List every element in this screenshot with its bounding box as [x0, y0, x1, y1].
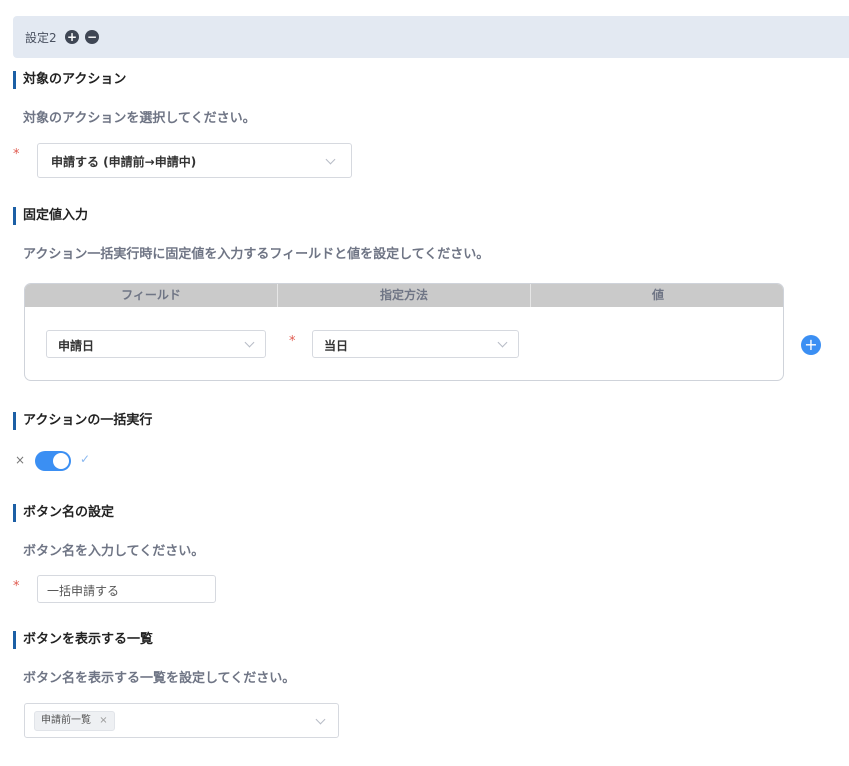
bulk-execute-title: アクションの一括実行: [13, 412, 152, 430]
field-select[interactable]: 申請日: [46, 330, 266, 358]
add-row-button[interactable]: +: [801, 335, 821, 355]
tag-remove-icon[interactable]: ×: [99, 715, 107, 726]
chevron-down-icon: [325, 154, 336, 165]
required-mark: *: [13, 147, 20, 162]
check-icon: ✓: [80, 452, 91, 466]
fixed-value-title: 固定値入力: [13, 207, 88, 225]
field-selected: 申請日: [58, 339, 95, 353]
required-mark: *: [13, 579, 20, 594]
chevron-down-icon: [497, 337, 508, 348]
button-name-input[interactable]: 一括申請する: [37, 575, 216, 603]
button-name-title: ボタン名の設定: [13, 504, 114, 522]
target-action-description: 対象のアクションを選択してください。: [23, 111, 256, 126]
target-action-selected: 申請する (申請前→申請中): [51, 155, 197, 169]
chevron-down-icon: [315, 714, 326, 725]
button-name-description: ボタン名を入力してください。: [23, 544, 205, 559]
add-setting-button[interactable]: +: [65, 30, 79, 44]
fixed-value-table: フィールド 指定方法 値 申請日 * 当日: [24, 283, 784, 381]
button-list-title: ボタンを表示する一覧: [13, 631, 153, 649]
button-name-value: 一括申請する: [47, 584, 120, 598]
remove-setting-button[interactable]: −: [85, 30, 99, 44]
column-header-method: 指定方法: [379, 288, 428, 302]
method-selected: 当日: [324, 339, 349, 353]
fixed-value-description: アクション一括実行時に固定値を入力するフィールドと値を設定してください。: [23, 247, 490, 262]
column-header-value: 値: [651, 288, 664, 302]
required-mark: *: [289, 334, 296, 349]
close-icon: ×: [15, 453, 26, 467]
column-header-field: フィールド: [121, 288, 181, 302]
method-select[interactable]: 当日: [312, 330, 519, 358]
target-action-select[interactable]: 申請する (申請前→申請中): [37, 143, 352, 178]
button-list-description: ボタン名を表示する一覧を設定してください。: [23, 671, 296, 686]
toggle-knob: [53, 453, 69, 469]
target-action-title: 対象のアクション: [13, 71, 126, 89]
list-tag-label: 申請前一覧: [41, 715, 91, 726]
chevron-down-icon: [244, 337, 255, 348]
bulk-execute-toggle[interactable]: [35, 451, 71, 471]
button-list-select[interactable]: 申請前一覧 ×: [24, 703, 339, 738]
table-row: 申請日 * 当日: [25, 307, 783, 380]
table-header: フィールド 指定方法 値: [25, 284, 783, 307]
setting-title: 設定2: [25, 31, 57, 45]
list-tag: 申請前一覧 ×: [34, 711, 115, 731]
setting-header: 設定2 + −: [13, 16, 849, 58]
